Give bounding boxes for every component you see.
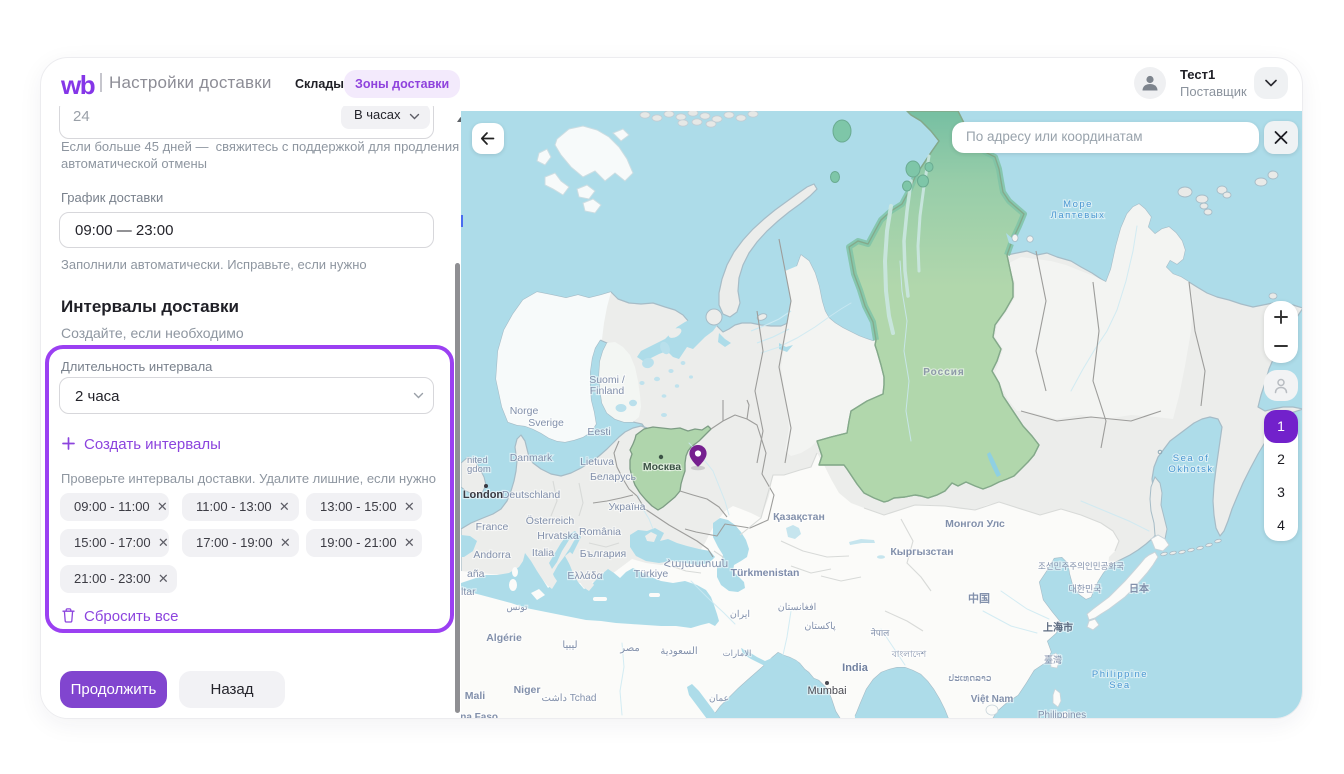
svg-text:Россия: Россия: [923, 367, 965, 378]
svg-text:Հայաստան: Հայաստան: [664, 558, 729, 570]
svg-text:aña: aña: [467, 568, 485, 580]
svg-text:România: România: [579, 526, 621, 538]
svg-text:Лаптевых: Лаптевых: [1051, 210, 1106, 221]
svg-text:Niger: Niger: [514, 684, 541, 696]
svg-text:مصر: مصر: [619, 643, 640, 654]
svg-text:Hrvatska: Hrvatska: [537, 530, 579, 542]
svg-text:عمان: عمان: [709, 693, 729, 703]
svg-text:rkina Faso: rkina Faso: [461, 712, 498, 719]
svg-text:Eesti: Eesti: [587, 426, 610, 438]
svg-text:中国: 中国: [968, 591, 990, 605]
svg-text:Україна: Україна: [608, 501, 645, 513]
svg-text:Việt Nam: Việt Nam: [971, 694, 1014, 705]
svg-text:افغانستان: افغانستان: [778, 602, 817, 613]
svg-text:नेपाल: नेपाल: [871, 627, 890, 638]
svg-text:Türkmenistan: Türkmenistan: [731, 567, 800, 579]
svg-text:Philippine: Philippine: [1092, 669, 1148, 680]
svg-text:ltar: ltar: [461, 586, 476, 598]
svg-text:Mumbai: Mumbai: [807, 685, 846, 697]
svg-text:France: France: [476, 521, 509, 533]
svg-text:السعودية: السعودية: [660, 646, 697, 657]
svg-text:България: България: [580, 548, 626, 560]
svg-text:Danmark: Danmark: [510, 452, 553, 464]
svg-text:Algérie: Algérie: [486, 632, 522, 644]
svg-text:Deutschland: Deutschland: [502, 489, 561, 501]
svg-text:Italia: Italia: [532, 547, 554, 559]
svg-text:Andorra: Andorra: [473, 549, 511, 561]
svg-text:ایران: ایران: [730, 609, 750, 620]
svg-text:Sverige: Sverige: [528, 417, 564, 429]
svg-text:Lietuva: Lietuva: [580, 456, 614, 468]
svg-text:London: London: [463, 489, 504, 501]
svg-text:پاکستان: پاکستان: [804, 621, 836, 632]
svg-text:India: India: [842, 662, 869, 674]
svg-text:Mali: Mali: [465, 690, 486, 702]
svg-text:上海市: 上海市: [1043, 621, 1073, 634]
svg-text:Беларусь: Беларусь: [590, 471, 636, 483]
svg-text:تونس: تونس: [506, 602, 528, 613]
svg-text:Ελλάδα: Ελλάδα: [567, 570, 602, 582]
svg-text:Кыргызстан: Кыргызстан: [890, 546, 953, 558]
svg-text:臺灣: 臺灣: [1044, 654, 1062, 665]
svg-text:日本: 日本: [1129, 582, 1150, 595]
svg-text:ປະເທດລາວ: ປະເທດລາວ: [948, 673, 991, 683]
svg-text:조선민주주의인민공화국: 조선민주주의인민공화국: [1038, 561, 1124, 571]
svg-text:Okhotsk: Okhotsk: [1168, 464, 1213, 475]
svg-text:Москва: Москва: [643, 461, 681, 473]
svg-text:ليبيا: ليبيا: [562, 640, 577, 651]
svg-text:الامارات: الامارات: [723, 648, 752, 659]
svg-text:Монгол Улс: Монгол Улс: [945, 518, 1005, 530]
svg-text:داشت Tchad: داشت Tchad: [542, 693, 597, 704]
svg-text:gdom: gdom: [467, 464, 491, 475]
svg-text:Finland: Finland: [590, 385, 625, 397]
svg-text:বাংলাদেশ: বাংলাদেশ: [891, 649, 927, 659]
svg-text:Море: Море: [1063, 199, 1093, 210]
svg-text:Sea of: Sea of: [1173, 453, 1209, 464]
svg-text:대한민국: 대한민국: [1068, 584, 1101, 594]
svg-text:Österreich: Österreich: [526, 515, 575, 527]
svg-text:Philippines: Philippines: [1038, 710, 1086, 719]
svg-text:Norge: Norge: [510, 405, 539, 417]
svg-text:Sea: Sea: [1109, 680, 1130, 691]
svg-text:Қазақстан: Қазақстан: [773, 511, 825, 523]
